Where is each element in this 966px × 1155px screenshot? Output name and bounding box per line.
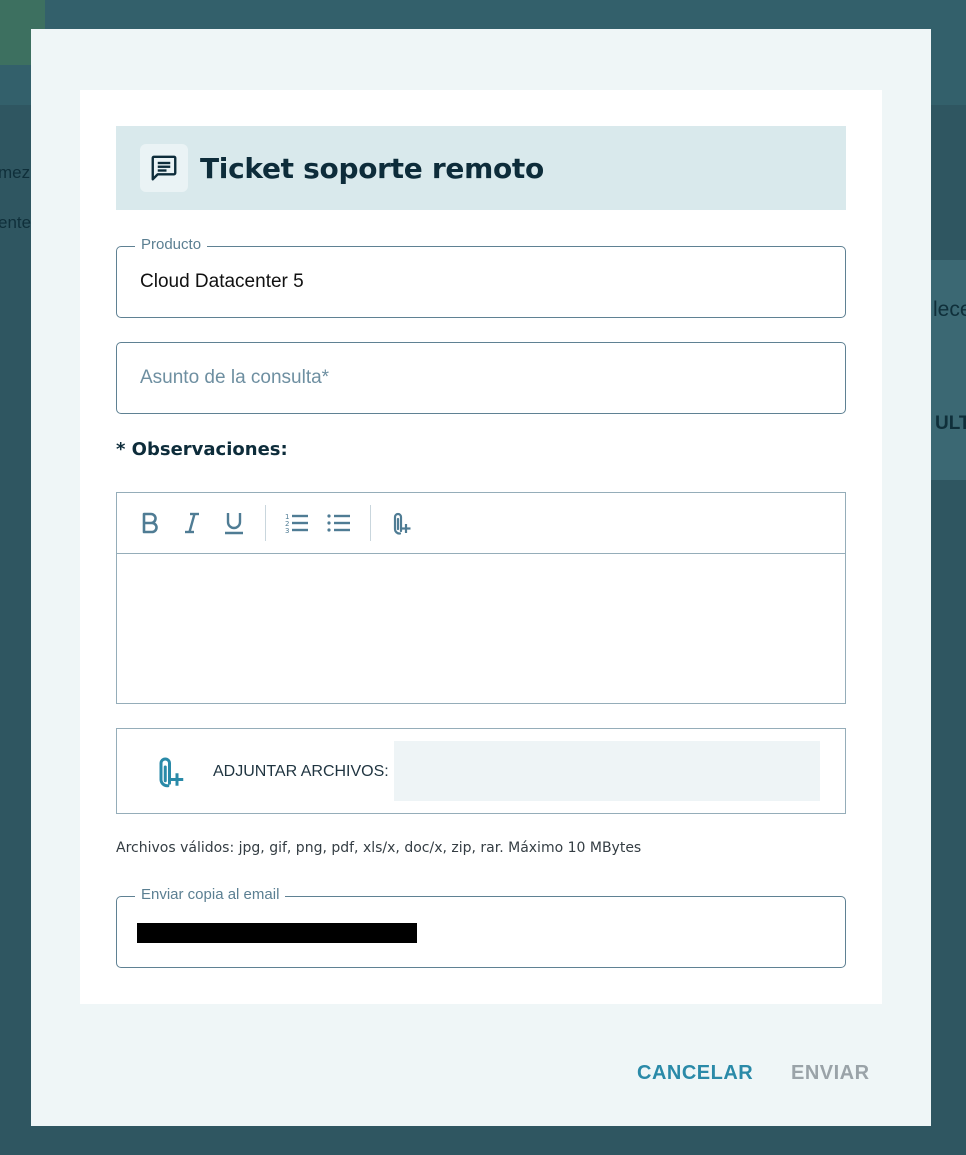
email-copy-field[interactable]: Enviar copia al email (116, 886, 846, 968)
italic-icon[interactable] (171, 502, 213, 544)
product-label: Producto (135, 236, 208, 253)
ordered-list-icon[interactable]: 1 2 3 (276, 502, 318, 544)
editor-toolbar: 1 2 3 (117, 493, 845, 554)
bold-icon[interactable] (129, 502, 171, 544)
valid-files-note: Archivos válidos: jpg, gif, png, pdf, xl… (116, 840, 642, 856)
background-panel (931, 260, 966, 480)
editor-content-area[interactable] (117, 554, 845, 703)
attach-files-label: ADJUNTAR ARCHIVOS: (213, 763, 389, 780)
chat-message-icon (140, 144, 188, 192)
attachments-area[interactable]: ADJUNTAR ARCHIVOS: (116, 728, 846, 814)
dialog-header: Ticket soporte remoto (116, 126, 846, 210)
svg-text:3: 3 (285, 527, 289, 534)
background-text: lece (933, 298, 966, 321)
dialog-title: Ticket soporte remoto (200, 151, 544, 185)
redacted-email-value (137, 923, 417, 943)
send-button[interactable]: ENVIAR (791, 1062, 870, 1085)
attach-icon[interactable] (381, 502, 423, 544)
file-drop-zone[interactable] (394, 741, 820, 801)
subject-placeholder: Asunto de la consulta* (140, 367, 330, 388)
background-text: mez. (0, 163, 35, 182)
attach-icon[interactable] (157, 755, 187, 794)
product-value: Cloud Datacenter 5 (140, 271, 304, 292)
toolbar-divider (370, 505, 371, 541)
toolbar-divider (265, 505, 266, 541)
email-copy-label: Enviar copia al email (135, 886, 286, 903)
observations-label: * Observaciones: (116, 439, 288, 460)
bullet-list-icon[interactable] (318, 502, 360, 544)
underline-icon[interactable] (213, 502, 255, 544)
observations-editor: 1 2 3 (116, 492, 846, 704)
background-text: ente (0, 213, 32, 232)
ticket-form: Ticket soporte remoto Producto Cloud Dat… (80, 90, 882, 1004)
cancel-button[interactable]: CANCELAR (637, 1062, 753, 1085)
background-text: ULT (935, 413, 966, 434)
subject-input[interactable]: Asunto de la consulta* (116, 342, 846, 414)
ticket-dialog: Ticket soporte remoto Producto Cloud Dat… (31, 29, 931, 1126)
product-field[interactable]: Producto Cloud Datacenter 5 (116, 236, 846, 318)
